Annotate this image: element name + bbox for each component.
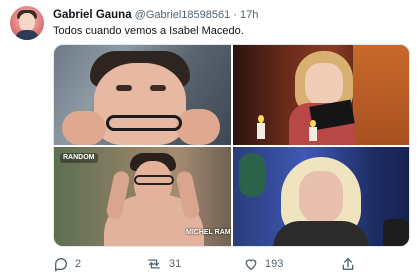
like-count: 193 [265, 258, 284, 270]
tweet-time[interactable]: 17h [240, 9, 258, 21]
plant [239, 153, 265, 197]
tweet-header: Gabriel Gauna @Gabriel18598561 · 17h [53, 8, 258, 22]
woman-with-book-and-candles-image[interactable] [233, 45, 409, 145]
author-name[interactable]: Gabriel Gauna [53, 9, 132, 21]
candle [257, 123, 265, 139]
reply-icon [53, 256, 69, 272]
like-button[interactable]: 193 [243, 255, 283, 273]
left-eye [116, 85, 132, 91]
watermark: MICHEL RAMIREZ [186, 229, 231, 236]
media-grid[interactable]: RANDOM MICHEL RAMIREZ [53, 44, 410, 247]
show-logo: RANDOM [60, 153, 98, 163]
author-handle[interactable]: @Gabriel18598561 [135, 9, 231, 21]
avatar-face [19, 13, 35, 31]
orange-wall [353, 45, 409, 145]
avatar[interactable] [10, 6, 44, 40]
candle-flame [258, 115, 264, 123]
tweet: Gabriel Gauna @Gabriel18598561 · 17h Tod… [0, 0, 420, 280]
candle-flame [310, 120, 316, 127]
tweet-actions: 2 31 193 [53, 255, 410, 273]
avatar-body [15, 30, 39, 40]
glasses [106, 115, 182, 131]
left-hand [62, 111, 106, 145]
tweet-text: Todos cuando vemos a Isabel Macedo. [53, 25, 244, 37]
share-icon [340, 256, 356, 272]
boy-with-glasses-image[interactable] [54, 45, 231, 145]
chair [383, 219, 409, 246]
heart-icon [243, 256, 259, 272]
boy-face [94, 63, 186, 145]
right-eye [150, 85, 166, 91]
reply-count: 2 [75, 258, 82, 270]
candle [309, 127, 317, 141]
reply-button[interactable]: 2 [53, 255, 81, 273]
retweet-button[interactable]: 31 [145, 255, 181, 273]
woman-face [305, 63, 343, 105]
retweet-icon [145, 256, 163, 272]
blonde-woman-tv-image[interactable] [233, 147, 409, 246]
retweet-count: 31 [169, 258, 182, 270]
right-hand [176, 109, 220, 145]
boy-adjusting-glasses-image[interactable]: RANDOM MICHEL RAMIREZ [54, 147, 231, 246]
separator-dot: · [233, 9, 237, 21]
woman-face [299, 171, 343, 223]
glasses [134, 175, 174, 185]
share-button[interactable] [340, 255, 356, 273]
woman-shoulders [273, 221, 369, 246]
